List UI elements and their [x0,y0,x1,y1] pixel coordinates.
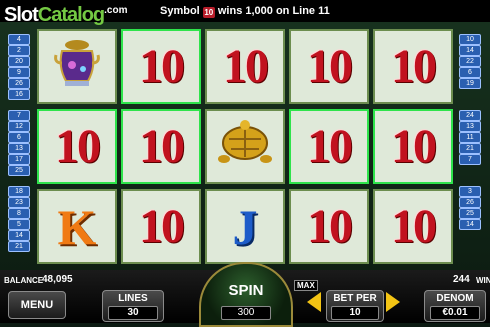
symbol-ten-icon: 10 [391,200,437,253]
symbol-ten-icon: 10 [391,40,437,93]
balance-value: 48,095 [42,274,73,285]
reel-cell: 10 [289,189,369,264]
lines-label: LINES [118,293,148,304]
reel-cell: 10 [121,109,201,184]
line-indicator[interactable]: 19 [459,78,481,89]
bet-per-label: BET PER [333,293,377,304]
win-message-suffix: wins 1,000 on Line 11 [217,5,330,17]
symbol-ten-icon: 10 [55,120,101,173]
line-indicator[interactable]: 26 [8,78,30,89]
reel-cell: 10 [373,189,453,264]
bet-per-button[interactable]: BET PER 10 [326,290,384,322]
line-indicator[interactable]: 17 [8,154,30,165]
line-indicator[interactable]: 22 [459,56,481,67]
reel-cell: 10 [121,189,201,264]
symbol-k-icon: K [57,198,97,255]
line-indicator[interactable]: 26 [459,197,481,208]
line-indicator[interactable]: 25 [459,208,481,219]
symbol-ten-icon: 10 [391,120,437,173]
symbol-vase-icon [52,37,102,96]
symbol-ten-icon: 10 [139,200,185,253]
brand-part-com: .com [104,5,128,16]
line-indicator[interactable]: 4 [8,34,30,45]
line-indicator[interactable]: 5 [8,219,30,230]
symbol-j-icon: J [232,198,258,255]
line-indicator[interactable]: 23 [8,197,30,208]
reel-cell: 10 [373,29,453,104]
line-indicator[interactable]: 24 [459,110,481,121]
win-message-prefix: Symbol [160,5,200,17]
line-indicator[interactable]: 9 [8,67,30,78]
line-indicator[interactable]: 10 [459,34,481,45]
denom-value: €0.01 [430,306,480,320]
bet-increase-icon[interactable] [386,292,400,312]
brand-part-slot: Slot [4,4,39,26]
brand-part-catalog: Catalog [37,4,105,26]
symbol-ten-icon: 10 [307,120,353,173]
reel-cell: 10 [37,109,117,184]
bet-per-value: 10 [331,306,379,320]
line-indicator[interactable]: 21 [8,241,30,252]
denom-button[interactable]: DENOM €0.01 [424,290,486,322]
symbol-ten-icon: 10 [139,120,185,173]
line-indicator[interactable]: 7 [459,154,481,165]
spin-total-bet-value: 300 [221,306,271,320]
reel-cell: 10 [289,29,369,104]
line-indicator[interactable]: 6 [8,132,30,143]
win-label: WIN [476,276,490,285]
reel-grid: 10 K 10 10 10 10 J 10 10 10 10 10 10 [37,29,455,264]
max-button[interactable]: MAX [294,280,318,291]
reel-cell: 10 [289,109,369,184]
line-indicator[interactable]: 6 [459,67,481,78]
line-indicator[interactable]: 25 [8,165,30,176]
symbol-ten-icon: 10 [223,40,269,93]
reel-cell: K [37,189,117,264]
menu-button[interactable]: MENU [8,291,66,319]
line-indicator[interactable]: 11 [459,132,481,143]
line-indicator[interactable]: 7 [8,110,30,121]
lines-button[interactable]: LINES 30 [102,290,164,322]
symbol-turtle-icon [214,115,276,178]
line-indicator[interactable]: 18 [8,186,30,197]
bet-decrease-icon[interactable] [307,292,321,312]
win-value: 244 [453,274,470,285]
reel-cell: 10 [205,29,285,104]
reel-cell [37,29,117,104]
reel-cell [205,109,285,184]
line-indicator[interactable]: 21 [459,143,481,154]
line-indicator[interactable]: 16 [8,89,30,100]
line-indicator[interactable]: 13 [459,121,481,132]
denom-label: DENOM [436,293,474,304]
symbol-ten-icon: 10 [307,200,353,253]
line-indicator[interactable]: 20 [8,56,30,67]
line-indicator[interactable]: 13 [8,143,30,154]
line-indicator[interactable]: 2 [8,45,30,56]
line-indicator[interactable]: 14 [8,230,30,241]
reel-cell: 10 [373,109,453,184]
win-message: Symbol 10 wins 1,000 on Line 11 [160,5,330,18]
reel-cell: 10 [121,29,201,104]
lines-value: 30 [108,306,158,320]
message-bar: SlotCatalog.com Symbol 10 wins 1,000 on … [0,0,490,26]
symbol-ten-icon: 10 [307,40,353,93]
spin-label: SPIN [228,282,264,299]
line-indicator[interactable]: 3 [459,186,481,197]
win-symbol-icon: 10 [202,7,215,18]
reel-cell: J [205,189,285,264]
symbol-ten-icon: 10 [139,40,185,93]
line-indicator[interactable]: 8 [8,208,30,219]
line-indicator[interactable]: 14 [459,219,481,230]
line-indicator[interactable]: 14 [459,45,481,56]
brand-logo: SlotCatalog.com [4,4,127,27]
balance-label: BALANCE [4,276,44,285]
line-indicator[interactable]: 12 [8,121,30,132]
